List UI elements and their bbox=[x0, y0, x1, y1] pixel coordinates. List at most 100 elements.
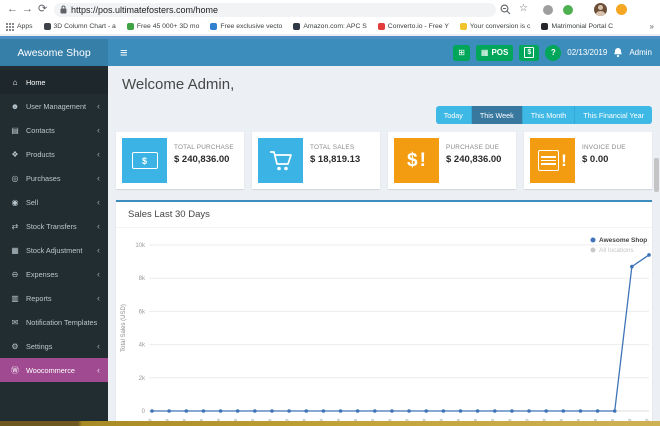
bookmark-favicon bbox=[293, 23, 301, 30]
lock-icon bbox=[60, 5, 67, 14]
filter-this-month-button[interactable]: This Month bbox=[522, 106, 576, 124]
extension-icon[interactable] bbox=[563, 4, 573, 15]
bookmarks-overflow-icon[interactable]: » bbox=[650, 22, 654, 31]
bookmark-item[interactable]: Amazon.com: APC S bbox=[293, 23, 367, 30]
sidebar-item-label: Home bbox=[26, 77, 46, 87]
bookmark-favicon bbox=[43, 23, 51, 30]
sidebar-item-label: Stock Transfers bbox=[26, 221, 77, 231]
sidebar-item-label: Reports bbox=[26, 293, 52, 303]
sidebar-item-label: Notification Templates bbox=[26, 317, 98, 327]
gear-icon: ⚙ bbox=[11, 341, 19, 351]
back-icon[interactable]: ← bbox=[7, 2, 18, 17]
chevron-left-icon: ‹ bbox=[97, 341, 100, 351]
sidebar-item-products[interactable]: ❖ Products ‹ bbox=[0, 142, 108, 166]
screen: ← → ⟳ https://pos.ultimatefosters.com/ho… bbox=[0, 0, 660, 426]
bookmark-item[interactable]: 3D Column Chart - a bbox=[43, 23, 116, 30]
bookmark-item[interactable]: Your conversion is c bbox=[459, 23, 530, 30]
chevron-left-icon: ‹ bbox=[97, 149, 100, 159]
svg-text:6k: 6k bbox=[139, 309, 146, 315]
profile-badge-icon[interactable] bbox=[616, 4, 627, 15]
bookmark-favicon bbox=[210, 23, 218, 30]
svg-text:10k: 10k bbox=[135, 243, 146, 249]
forward-icon[interactable]: → bbox=[22, 2, 33, 17]
chevron-left-icon: ‹ bbox=[97, 365, 100, 375]
total-purchase-card: $ TOTAL PURCHASE $ 240,836.00 bbox=[116, 132, 244, 189]
brand-logo[interactable]: Awesome Shop bbox=[0, 39, 108, 66]
cash-register-button[interactable]: $ bbox=[519, 44, 540, 61]
minus-circle-icon: ⊖ bbox=[11, 269, 19, 279]
bookmark-label: Matrimonial Portal C bbox=[551, 23, 614, 30]
invoice-alert-icon: ! bbox=[530, 138, 575, 183]
extension-icon[interactable] bbox=[543, 4, 553, 15]
sidebar-item-notification-templates[interactable]: ✉ Notification Templates bbox=[0, 310, 108, 334]
sales-chart-panel: Sales Last 30 Days 0 2k 4k 6k 8k 10k Total Sal… bbox=[116, 200, 652, 426]
chevron-left-icon: ‹ bbox=[97, 197, 100, 207]
apps-grid-icon bbox=[6, 22, 14, 31]
apps-shortcut[interactable]: Apps bbox=[6, 22, 33, 31]
sales-line-chart[interactable]: 02k4k6k8k10kTotal Sales (USD)01/15/20190… bbox=[116, 228, 652, 423]
bookmark-label: Free 45 000+ 3D mo bbox=[136, 23, 200, 30]
sidebar-item-purchases[interactable]: ◎ Purchases ‹ bbox=[0, 166, 108, 190]
sidebar-item-woocommerce[interactable]: Ⓦ Woocommerce ‹ bbox=[0, 358, 108, 382]
pos-label: POS bbox=[491, 48, 509, 57]
sidebar-item-label: Contacts bbox=[26, 125, 55, 135]
card-value: $ 18,819.13 bbox=[310, 154, 361, 165]
filter-this-week-button[interactable]: This Week bbox=[471, 106, 523, 124]
bookmark-favicon bbox=[126, 23, 134, 30]
sidebar-item-expenses[interactable]: ⊖ Expenses ‹ bbox=[0, 262, 108, 286]
address-bar[interactable]: https://pos.ultimatefosters.com/home bbox=[54, 2, 496, 17]
card-label: PURCHASE DUE bbox=[446, 144, 500, 151]
taskbar-edge bbox=[0, 421, 660, 426]
bookmark-item[interactable]: Free 45 000+ 3D mo bbox=[126, 23, 200, 30]
reload-icon[interactable]: ⟳ bbox=[38, 2, 47, 17]
hamburger-menu-icon[interactable]: ≡ bbox=[114, 39, 134, 66]
cash-icon: $ bbox=[524, 47, 535, 58]
user-menu[interactable]: Admin bbox=[629, 48, 652, 57]
browser-toolbar: ← → ⟳ https://pos.ultimatefosters.com/ho… bbox=[0, 0, 660, 19]
sidebar-item-sell[interactable]: ◉ Sell ‹ bbox=[0, 190, 108, 214]
sidebar-item-stock-adjustment[interactable]: ▦ Stock Adjustment ‹ bbox=[0, 238, 108, 262]
bookmark-favicon bbox=[459, 23, 467, 30]
svg-text:0: 0 bbox=[142, 409, 146, 415]
sidebar-item-user-management[interactable]: ☻ User Management ‹ bbox=[0, 94, 108, 118]
sidebar-item-home[interactable]: ⌂ Home bbox=[0, 70, 108, 94]
calculator-button[interactable]: ⊞ bbox=[453, 44, 470, 61]
filter-this-financial-year-button[interactable]: This Financial Year bbox=[575, 106, 652, 124]
bookmark-label: 3D Column Chart - a bbox=[53, 23, 116, 30]
profile-avatar[interactable] bbox=[594, 3, 607, 16]
help-button[interactable]: ? bbox=[545, 44, 562, 61]
sidebar-item-label: Products bbox=[26, 149, 55, 159]
sidebar-item-contacts[interactable]: ▤ Contacts ‹ bbox=[0, 118, 108, 142]
sidebar-item-settings[interactable]: ⚙ Settings ‹ bbox=[0, 334, 108, 358]
bookmark-item[interactable]: Converto.io - Free Y bbox=[377, 23, 449, 30]
chevron-left-icon: ‹ bbox=[97, 293, 100, 303]
bookmark-star-icon[interactable]: ☆ bbox=[519, 3, 528, 14]
chevron-left-icon: ‹ bbox=[97, 269, 100, 279]
truck-icon: ⇄ bbox=[11, 221, 19, 231]
notifications-bell-icon[interactable] bbox=[613, 47, 623, 58]
bookmark-label: Amazon.com: APC S bbox=[303, 23, 367, 30]
address-book-icon: ▤ bbox=[11, 125, 19, 135]
bookmark-favicon bbox=[541, 23, 549, 30]
card-label: INVOICE DUE bbox=[582, 144, 626, 151]
pos-button[interactable]: ▦ POS bbox=[475, 44, 514, 61]
sidebar-item-label: Stock Adjustment bbox=[26, 245, 83, 255]
bookmark-item[interactable]: Matrimonial Portal C bbox=[541, 23, 613, 30]
pos-grid-icon: ▦ bbox=[480, 48, 489, 57]
apps-label: Apps bbox=[17, 23, 33, 30]
svg-text:4k: 4k bbox=[139, 343, 146, 349]
sidebar-item-stock-transfers[interactable]: ⇄ Stock Transfers ‹ bbox=[0, 214, 108, 238]
chart-title: Sales Last 30 Days bbox=[128, 209, 210, 220]
sidebar: ⌂ Home ☻ User Management ‹ ▤ Contacts ‹ ❖ Prod… bbox=[0, 66, 108, 421]
filter-today-button[interactable]: Today bbox=[435, 106, 472, 124]
svg-text:Total Sales (USD): Total Sales (USD) bbox=[121, 304, 127, 352]
scrollbar-thumb[interactable] bbox=[654, 158, 659, 192]
home-icon: ⌂ bbox=[12, 77, 18, 87]
current-date: 02/13/2019 bbox=[567, 48, 608, 57]
zoom-icon[interactable] bbox=[500, 4, 511, 15]
chevron-left-icon: ‹ bbox=[97, 245, 100, 255]
chevron-left-icon: ‹ bbox=[97, 173, 100, 183]
sidebar-item-reports[interactable]: ▥ Reports ‹ bbox=[0, 286, 108, 310]
sell-icon: ◉ bbox=[11, 197, 19, 207]
bookmark-item[interactable]: Free exclusive vecto bbox=[210, 23, 282, 30]
